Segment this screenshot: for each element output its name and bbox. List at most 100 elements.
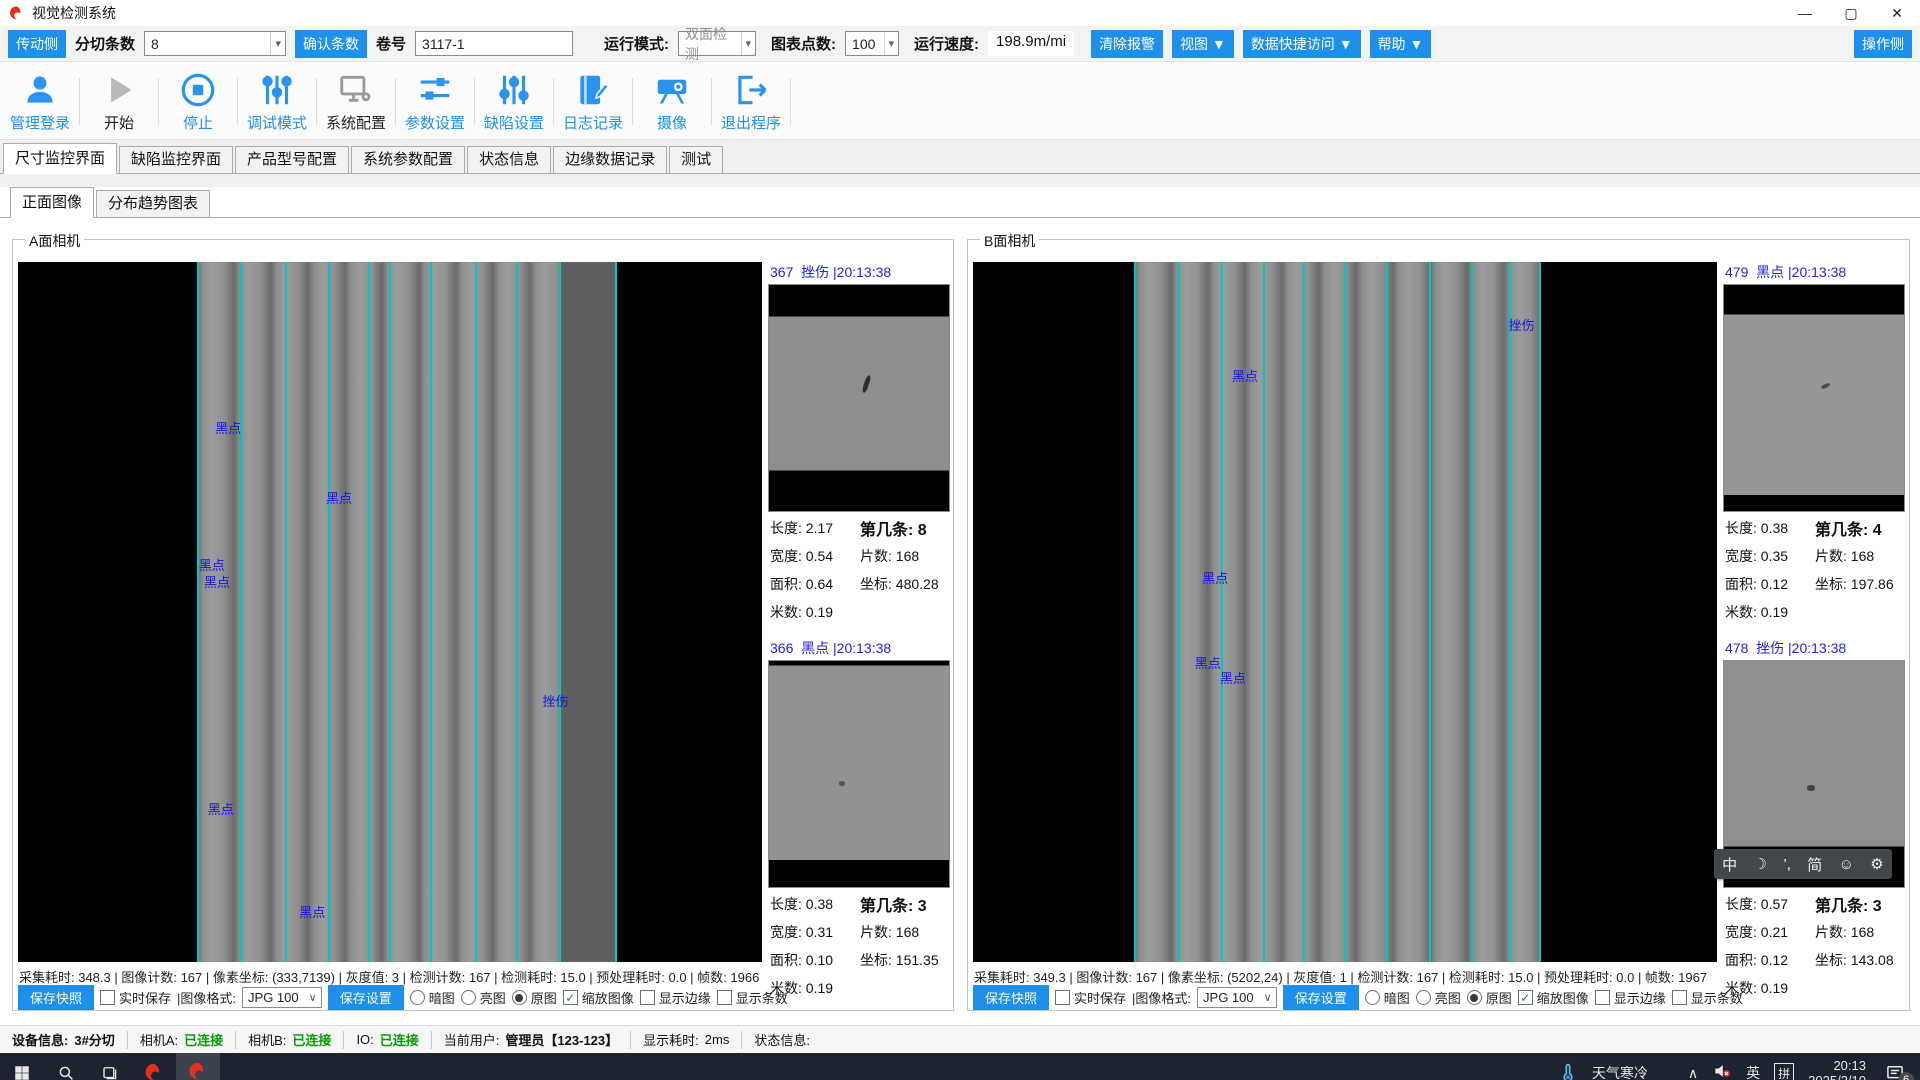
defect-overlay-label: 挫伤 [543, 691, 569, 710]
show-count-checkbox[interactable]: 显示条数 [717, 988, 788, 1007]
defect-overlay-label: 黑点 [299, 902, 325, 921]
clear-alarm-button[interactable]: 清除报警 [1091, 30, 1163, 58]
operator-side-button[interactable]: 操作侧 [1854, 30, 1912, 58]
data-access-menu-button[interactable]: 数据快捷访问 ▼ [1243, 30, 1361, 58]
ime-simplified[interactable]: 简 [1807, 854, 1822, 875]
toolbar-item-start[interactable]: 开始 [81, 66, 157, 137]
tab-product-config[interactable]: 产品型号配置 [235, 146, 349, 173]
tray-expand-chevron[interactable]: ∧ [1688, 1065, 1698, 1080]
defect-header: 366 黑点 |20:13:38 [768, 638, 950, 660]
run-mode-select[interactable]: 双面检测 ▾ [678, 31, 756, 56]
radio-dark-image[interactable]: 暗图 [410, 988, 455, 1007]
toolbar-item-admin-login[interactable]: 管理登录 [2, 66, 78, 137]
zoom-image-checkbox[interactable]: ✓缩放图像 [563, 988, 634, 1007]
subtab-front-image[interactable]: 正面图像 [10, 187, 94, 218]
strip-boundary-line [285, 262, 287, 962]
realtime-save-checkbox[interactable]: 实时保存 [100, 988, 171, 1007]
toolbar-item-debug-mode[interactable]: 调试模式 [239, 66, 315, 137]
ime-indicator[interactable]: 拼 [1774, 1063, 1794, 1080]
drive-side-button[interactable]: 传动侧 [8, 30, 66, 58]
system-config-icon [337, 71, 375, 109]
camera-b-title: B面相机 [980, 231, 1039, 251]
defect-overlay-label: 黑点 [199, 555, 225, 574]
tab-defect-monitor[interactable]: 缺陷监控界面 [119, 146, 233, 173]
toolbar-item-log-record[interactable]: 日志记录 [555, 66, 631, 137]
weather-status[interactable]: 天气寒冷 [1592, 1063, 1648, 1080]
ime-settings-gear-icon[interactable]: ⚙ [1870, 855, 1883, 873]
roll-number-input[interactable] [415, 31, 573, 56]
chart-points-select[interactable]: 100 ▾ [845, 31, 899, 56]
clock[interactable]: 20:13 2025/2/10 [1808, 1058, 1866, 1080]
tab-test[interactable]: 测试 [669, 146, 723, 173]
image-format-label: |图像格式: [177, 988, 236, 1007]
view-menu-button[interactable]: 视图 ▼ [1172, 30, 1234, 58]
toolbar-item-parameter-settings[interactable]: 参数设置 [397, 66, 473, 137]
maximize-button[interactable]: ▢ [1828, 0, 1874, 26]
zoom-image-checkbox[interactable]: ✓缩放图像 [1518, 988, 1589, 1007]
strip-boundary-line [240, 262, 242, 962]
realtime-save-checkbox[interactable]: 实时保存 [1055, 988, 1126, 1007]
close-button[interactable]: ✕ [1874, 0, 1920, 26]
defect-coordinate: 坐标: 480.28 [860, 574, 950, 594]
defect-thumbnail [768, 284, 950, 512]
tab-edge-data[interactable]: 边缘数据记录 [553, 146, 667, 173]
radio-bright-image[interactable]: 亮图 [461, 988, 506, 1007]
film-strips-region [1134, 262, 1539, 962]
ime-punctuation-icon[interactable]: ’, [1783, 856, 1791, 873]
save-settings-button[interactable]: 保存设置 [328, 985, 404, 1010]
subtab-distribution-chart[interactable]: 分布趋势图表 [96, 190, 210, 217]
tab-status-info[interactable]: 状态信息 [467, 146, 551, 173]
radio-original-image[interactable]: 原图 [1467, 988, 1512, 1007]
tab-page-size-monitor: 正面图像 分布趋势图表 A面相机 黑点黑点黑点黑点挫伤黑点黑点 367 挫伤 |… [0, 187, 1920, 1025]
ime-emoji-icon[interactable]: ☺ [1839, 856, 1854, 873]
strip-boundary-line [1509, 262, 1511, 962]
toolbar-divider [553, 78, 554, 125]
camera-icon [653, 71, 691, 109]
confirm-count-button[interactable]: 确认条数 [295, 30, 367, 58]
strip-boundary-line [559, 262, 561, 962]
radio-dark-image[interactable]: 暗图 [1365, 988, 1410, 1007]
status-bar: 设备信息:3#分切 相机A:已连接 相机B:已连接 IO:已连接 当前用户:管理… [0, 1025, 1920, 1053]
image-format-select[interactable]: JPG 100∨ [242, 987, 322, 1008]
language-indicator[interactable]: 英 [1746, 1063, 1760, 1080]
ime-fullwidth-moon-icon[interactable]: ☽ [1754, 855, 1767, 873]
task-view-button[interactable] [88, 1053, 132, 1080]
ime-mode-chinese[interactable]: 中 [1722, 854, 1737, 875]
chart-points-label: 图表点数: [771, 33, 836, 54]
save-settings-button[interactable]: 保存设置 [1283, 985, 1359, 1010]
image-format-select[interactable]: JPG 100∨ [1197, 987, 1277, 1008]
taskbar-search-button[interactable] [44, 1053, 88, 1080]
volume-muted-icon[interactable] [1712, 1061, 1732, 1080]
toolbar-item-camera[interactable]: 摄像 [634, 66, 710, 137]
show-edges-checkbox[interactable]: 显示边缘 [640, 988, 711, 1007]
toolbar-item-defect-settings[interactable]: 缺陷设置 [476, 66, 552, 137]
defect-overlay-label: 黑点 [1195, 653, 1221, 672]
save-snapshot-button[interactable]: 保存快照 [973, 985, 1049, 1010]
tab-size-monitor[interactable]: 尺寸监控界面 [3, 143, 117, 174]
device-info: 设备信息:3#分切 [0, 1030, 127, 1049]
minimize-button[interactable]: — [1782, 0, 1828, 26]
radio-original-image[interactable]: 原图 [512, 988, 557, 1007]
camera-a-live-image[interactable]: 黑点黑点黑点黑点挫伤黑点黑点 [18, 262, 762, 962]
save-snapshot-button[interactable]: 保存快照 [18, 985, 94, 1010]
toolbar-item-exit[interactable]: 退出程序 [713, 66, 789, 137]
toolbar-item-system-config[interactable]: 系统配置 [318, 66, 394, 137]
defect-area: 面积: 0.64 [770, 574, 860, 594]
show-edges-checkbox[interactable]: 显示边缘 [1595, 988, 1666, 1007]
notification-center-button[interactable]: 6 [1880, 1058, 1910, 1080]
slit-count-select[interactable]: 8 ▾ [144, 31, 286, 56]
tab-system-params[interactable]: 系统参数配置 [351, 146, 465, 173]
start-button[interactable] [0, 1053, 44, 1080]
taskbar-app-vision-system[interactable] [132, 1053, 176, 1080]
help-menu-button[interactable]: 帮助 ▼ [1370, 30, 1432, 58]
toolbar-item-stop[interactable]: 停止 [160, 66, 236, 137]
defect-card: 478 挫伤 |20:13:38 长度: 0.57 第几条: 3 宽度: 0.2… [1723, 638, 1905, 1002]
roll-number-label: 卷号 [376, 33, 406, 54]
taskbar-app-vision-system-active[interactable] [176, 1053, 220, 1080]
search-icon [57, 1064, 75, 1080]
taskbar-time: 20:13 [1808, 1058, 1866, 1073]
radio-bright-image[interactable]: 亮图 [1416, 988, 1461, 1007]
camera-b-live-image[interactable]: 挫伤黑点黑点黑点黑点 [973, 262, 1717, 962]
defect-pieces: 片数: 168 [1815, 546, 1905, 566]
show-count-checkbox[interactable]: 显示条数 [1672, 988, 1743, 1007]
